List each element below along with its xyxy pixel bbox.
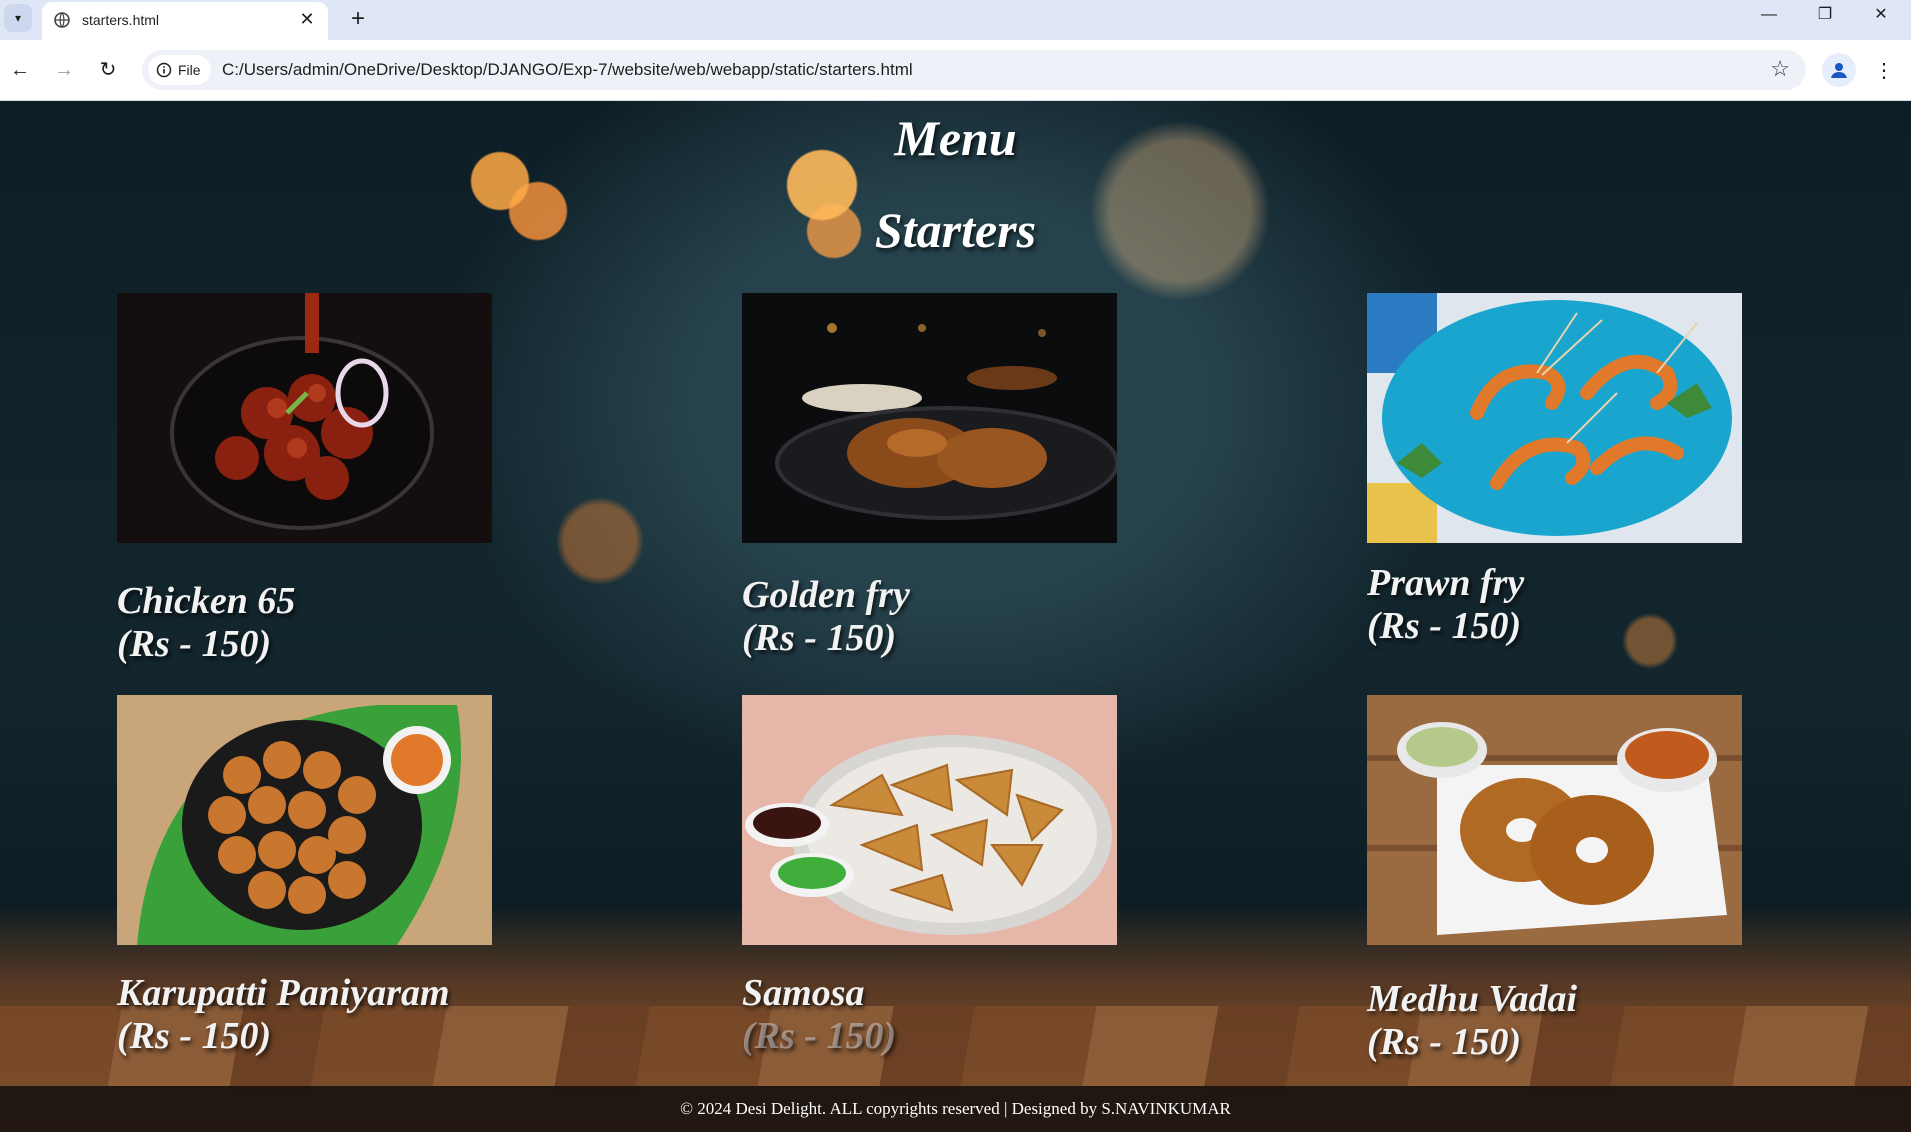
menu-item-card: Prawn fry (Rs - 150) [1367, 293, 1742, 648]
bookmark-star-icon[interactable]: ☆ [1770, 56, 1790, 82]
item-price: (Rs - 150) [742, 1015, 897, 1057]
site-info-chip[interactable]: File [148, 55, 211, 85]
site-info-label: File [178, 62, 201, 78]
tab-strip: ▾ starters.html ✕ + — ❐ ✕ [0, 0, 1911, 40]
item-name: Golden fry [742, 574, 910, 616]
globe-icon [54, 12, 70, 28]
info-icon [156, 62, 172, 78]
golden-fry-image [742, 293, 1117, 543]
item-price: (Rs - 150) [1367, 1021, 1522, 1063]
page-viewport: Menu Starters Chicken 65 (Rs - 150) Gold… [0, 101, 1911, 1132]
close-window-button[interactable]: ✕ [1853, 0, 1909, 32]
menu-item-card: Karupatti Paniyaram (Rs - 150) [117, 695, 492, 1058]
back-button[interactable]: ← [4, 54, 36, 86]
page-title: Menu [894, 110, 1017, 166]
reload-icon: ↻ [99, 59, 117, 81]
address-bar[interactable]: File C:/Users/admin/OneDrive/Desktop/DJA… [142, 50, 1806, 90]
url-text[interactable]: C:/Users/admin/OneDrive/Desktop/DJANGO/E… [222, 60, 913, 80]
reload-button[interactable]: ↻ [92, 54, 124, 86]
tab-title: starters.html [82, 12, 160, 28]
kebab-icon: ⋮ [1874, 60, 1894, 82]
tab-active[interactable]: starters.html ✕ [42, 2, 328, 40]
item-name: Samosa [742, 972, 865, 1014]
prawn-fry-image [1367, 293, 1742, 543]
menu-item-card: Golden fry (Rs - 150) [742, 293, 1117, 660]
menu-item-card: Samosa (Rs - 150) [742, 695, 1117, 1058]
profile-button[interactable] [1822, 53, 1856, 87]
menu-item-card: Chicken 65 (Rs - 150) [117, 293, 492, 666]
item-name: Prawn fry [1367, 562, 1525, 604]
minimize-button[interactable]: — [1741, 0, 1797, 32]
new-tab-button[interactable]: + [344, 6, 372, 34]
chicken-65-image [117, 293, 492, 543]
menu-item-card: Medhu Vadai (Rs - 150) [1367, 695, 1742, 1064]
item-name: Chicken 65 [117, 580, 296, 622]
chevron-down-icon: ▾ [14, 11, 22, 25]
karupatti-paniyaram-image [117, 695, 492, 945]
item-name: Karupatti Paniyaram [117, 972, 450, 1014]
samosa-image [742, 695, 1117, 945]
forward-button[interactable]: → [48, 54, 80, 86]
item-price: (Rs - 150) [742, 617, 897, 659]
page-footer: © 2024 Desi Delight. ALL copyrights rese… [0, 1086, 1911, 1132]
item-price: (Rs - 150) [1367, 605, 1522, 647]
section-title: Starters [874, 202, 1037, 258]
more-menu-button[interactable]: ⋮ [1872, 54, 1896, 88]
item-name: Medhu Vadai [1367, 978, 1578, 1020]
medhu-vadai-image [1367, 695, 1742, 945]
item-price: (Rs - 150) [117, 1015, 272, 1057]
person-icon [1831, 63, 1847, 78]
arrow-left-icon: ← [10, 59, 30, 81]
tab-search-button[interactable]: ▾ [4, 4, 32, 32]
browser-toolbar: ← → ↻ File C:/Users/admin/OneDrive/Deskt… [0, 40, 1911, 101]
arrow-right-icon: → [54, 59, 74, 81]
restore-button[interactable]: ❐ [1797, 0, 1853, 32]
item-price: (Rs - 150) [117, 623, 272, 665]
close-tab-icon[interactable]: ✕ [296, 8, 318, 30]
